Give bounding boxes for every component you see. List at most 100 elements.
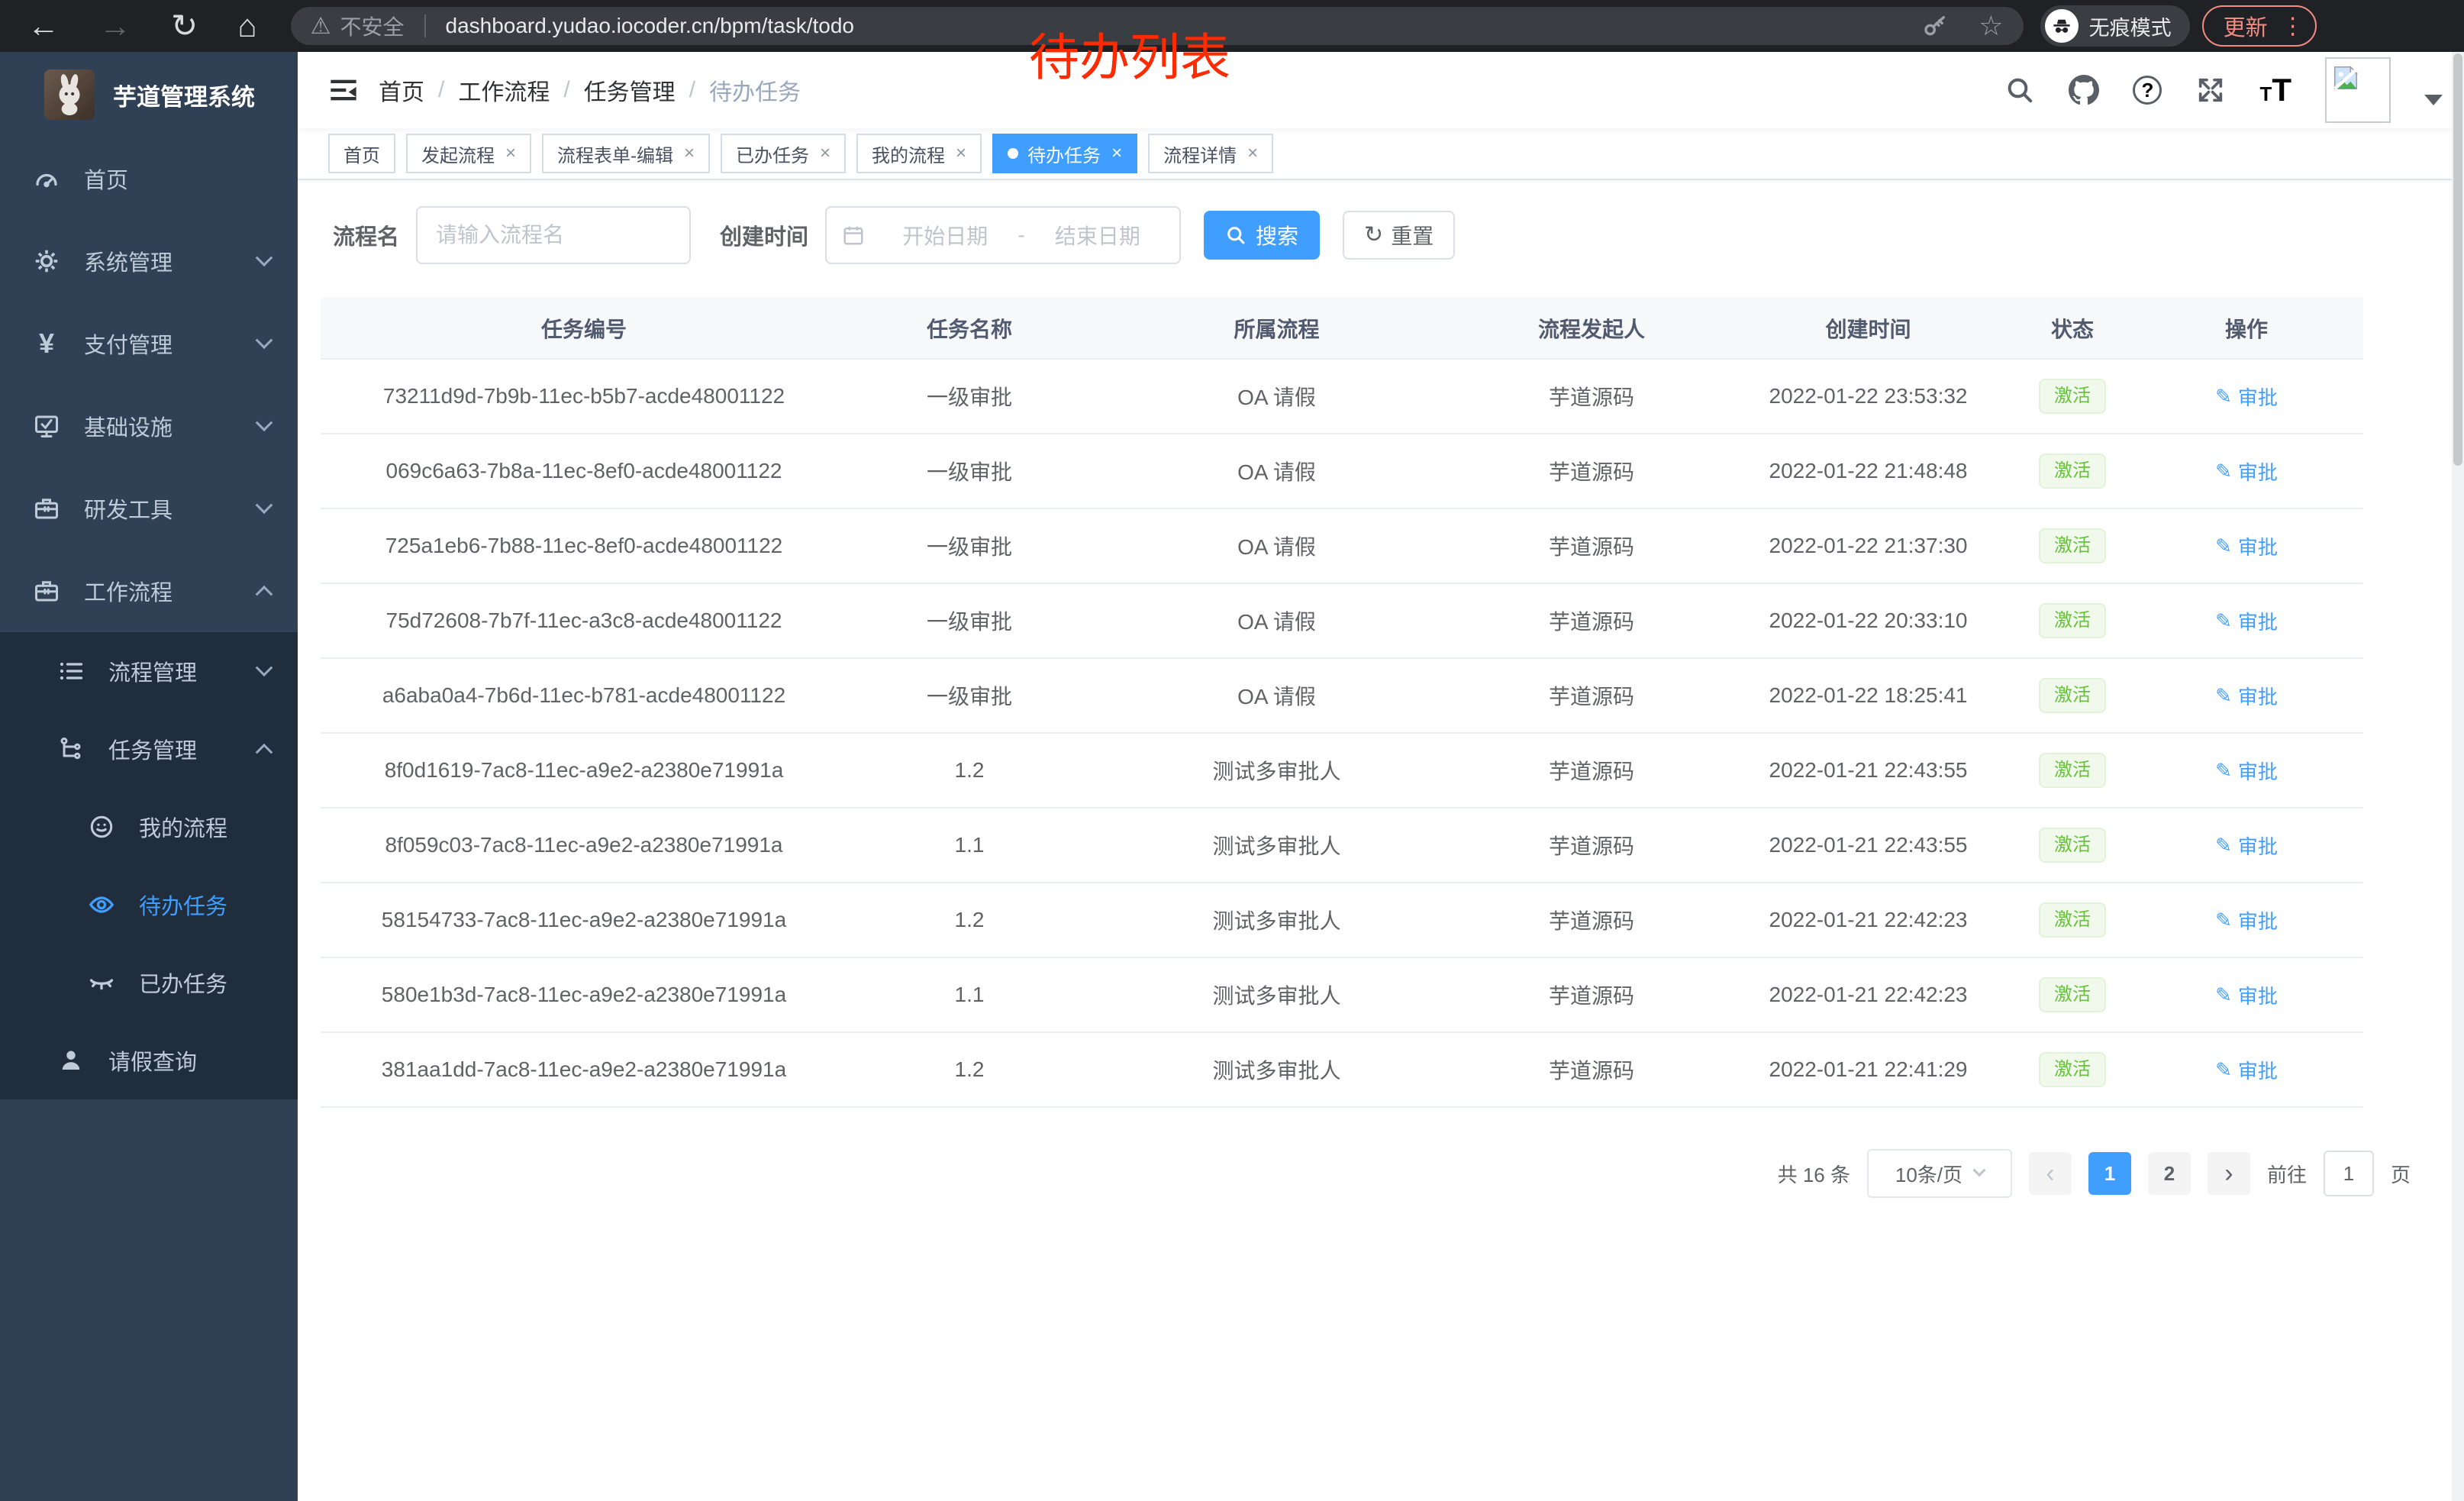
tag-start-process[interactable]: 发起流程× — [406, 134, 531, 173]
incognito-label: 无痕模式 — [2089, 11, 2172, 41]
approve-link[interactable]: ✎审批 — [2215, 757, 2278, 785]
approve-link[interactable]: ✎审批 — [2215, 906, 2278, 934]
tag-my-process[interactable]: 我的流程× — [856, 134, 982, 173]
sidebar-item-devtools[interactable]: 研发工具 — [0, 467, 298, 550]
menu-dots-icon[interactable]: ⋮ — [2282, 13, 2304, 40]
chevron-up-icon — [256, 586, 273, 603]
table-row: 069c6a63-7b8a-11ec-8ef0-acde48001122 一级审… — [321, 434, 2363, 508]
annotation-text: 待办列表 — [1029, 17, 1230, 90]
table-row: 8f0d1619-7ac8-11ec-a9e2-a2380e71991a 1.2… — [321, 733, 2363, 808]
page-size-select[interactable]: 10条/页 — [1867, 1149, 2012, 1198]
pencil-icon: ✎ — [2215, 834, 2232, 857]
chevron-down-icon — [1973, 1164, 1986, 1177]
cell-task-name: 1.1 — [847, 808, 1092, 883]
cell-task-id: 069c6a63-7b8a-11ec-8ef0-acde48001122 — [321, 434, 847, 508]
cell-process: 测试多审批人 — [1092, 957, 1462, 1032]
todo-task-table: 任务编号 任务名称 所属流程 流程发起人 创建时间 状态 操作 73211 — [321, 298, 2363, 1108]
key-icon[interactable] — [1922, 13, 1948, 39]
chevron-down-icon — [256, 331, 273, 349]
cell-starter: 芋道源码 — [1462, 808, 1721, 883]
home-icon[interactable]: ⌂ — [237, 10, 256, 42]
scrollbar-thumb[interactable] — [2453, 53, 2462, 466]
tag-home[interactable]: 首页 — [328, 134, 395, 173]
prev-page-button[interactable]: ‹ — [2029, 1152, 2072, 1195]
cell-actions: ✎审批 — [2130, 957, 2363, 1032]
close-icon[interactable]: × — [1111, 143, 1122, 164]
col-process: 所属流程 — [1092, 298, 1462, 359]
sidebar-item-leave-query[interactable]: 请假查询 — [0, 1022, 298, 1099]
date-range-picker[interactable]: 开始日期 - 结束日期 — [825, 206, 1181, 264]
pagination: 共 16 条 10条/页 ‹ 1 2 › 前往 页 — [321, 1149, 2411, 1198]
approve-link[interactable]: ✎审批 — [2215, 682, 2278, 710]
sidebar-item-my-process[interactable]: 我的流程 — [0, 788, 298, 866]
sidebar-item-todo-tasks[interactable]: 待办任务 — [0, 866, 298, 944]
browser-update-button[interactable]: 更新 ⋮ — [2202, 5, 2317, 47]
reload-icon[interactable]: ↻ — [171, 10, 198, 42]
approve-link[interactable]: ✎审批 — [2215, 532, 2278, 560]
close-icon[interactable]: × — [1247, 143, 1258, 164]
font-size-icon[interactable]: TT — [2259, 74, 2291, 106]
next-page-button[interactable]: › — [2208, 1152, 2250, 1195]
sidebar: 芋道管理系统 首页 系统管理 ¥ 支付管理 基础设施 — [0, 52, 298, 1501]
create-time-label: 创建时间 — [720, 219, 808, 251]
sidebar-item-infrastructure[interactable]: 基础设施 — [0, 385, 298, 467]
sidebar-item-done-tasks[interactable]: 已办任务 — [0, 944, 298, 1022]
table-row: 75d72608-7b7f-11ec-a3c8-acde48001122 一级审… — [321, 583, 2363, 658]
approve-link[interactable]: ✎审批 — [2215, 607, 2278, 635]
reset-button[interactable]: ↻ 重置 — [1343, 211, 1455, 260]
tag-process-detail[interactable]: 流程详情× — [1148, 134, 1273, 173]
github-icon[interactable] — [2069, 75, 2099, 105]
status-badge: 激活 — [2039, 902, 2106, 938]
sidebar-item-workflow[interactable]: 工作流程 — [0, 550, 298, 632]
sidebar-item-home[interactable]: 首页 — [0, 137, 298, 220]
page-1-button[interactable]: 1 — [2088, 1152, 2131, 1195]
close-icon[interactable]: × — [684, 143, 695, 164]
sidebar-item-process-management[interactable]: 流程管理 — [0, 632, 298, 710]
approve-link[interactable]: ✎审批 — [2215, 831, 2278, 860]
table-row: 73211d9d-7b9b-11ec-b5b7-acde48001122 一级审… — [321, 359, 2363, 434]
search-button[interactable]: 搜索 — [1204, 211, 1320, 260]
gear-icon — [31, 247, 63, 275]
page-2-button[interactable]: 2 — [2148, 1152, 2191, 1195]
approve-link[interactable]: ✎审批 — [2215, 457, 2278, 486]
table-row: 381aa1dd-7ac8-11ec-a9e2-a2380e71991a 1.2… — [321, 1032, 2363, 1107]
chevron-down-icon — [256, 249, 273, 266]
back-icon[interactable]: ← — [27, 10, 60, 42]
approve-link[interactable]: ✎审批 — [2215, 1056, 2278, 1084]
approve-link[interactable]: ✎审批 — [2215, 383, 2278, 411]
avatar[interactable] — [2325, 57, 2391, 123]
sidebar-item-system[interactable]: 系统管理 — [0, 220, 298, 302]
table-row: 58154733-7ac8-11ec-a9e2-a2380e71991a 1.2… — [321, 883, 2363, 957]
tag-process-form-edit[interactable]: 流程表单-编辑× — [542, 134, 710, 173]
forward-icon[interactable]: → — [99, 10, 131, 42]
breadcrumb-workflow[interactable]: 工作流程 — [458, 73, 550, 107]
cell-status: 激活 — [2015, 1032, 2130, 1107]
process-name-input[interactable] — [416, 206, 691, 264]
cell-actions: ✎审批 — [2130, 658, 2363, 733]
sidebar-item-payment[interactable]: ¥ 支付管理 — [0, 302, 298, 385]
sidebar-item-task-management[interactable]: 任务管理 — [0, 710, 298, 788]
cell-created: 2022-01-22 21:37:30 — [1721, 508, 2015, 583]
search-icon[interactable] — [2004, 75, 2035, 105]
approve-link[interactable]: ✎审批 — [2215, 981, 2278, 1009]
cell-starter: 芋道源码 — [1462, 434, 1721, 508]
app-logo[interactable]: 芋道管理系统 — [0, 52, 298, 137]
chevron-down-icon[interactable] — [2424, 95, 2443, 105]
bookmark-star-icon[interactable]: ☆ — [1979, 10, 2003, 42]
tag-done-tasks[interactable]: 已办任务× — [721, 134, 846, 173]
tag-todo-tasks[interactable]: 待办任务× — [992, 134, 1137, 173]
breadcrumb-home[interactable]: 首页 — [379, 73, 424, 107]
people-icon — [85, 813, 118, 841]
close-icon[interactable]: × — [820, 143, 830, 164]
cell-actions: ✎审批 — [2130, 583, 2363, 658]
end-date-placeholder: 结束日期 — [1031, 220, 1164, 250]
goto-page-input[interactable] — [2324, 1151, 2374, 1196]
help-icon[interactable]: ? — [2133, 76, 2162, 105]
close-icon[interactable]: × — [505, 143, 516, 164]
scrollbar[interactable] — [2452, 52, 2464, 1501]
goto-suffix: 页 — [2391, 1160, 2411, 1188]
sidebar-collapse-icon[interactable] — [298, 75, 379, 105]
breadcrumb-task-management[interactable]: 任务管理 — [584, 73, 676, 107]
close-icon[interactable]: × — [956, 143, 966, 164]
fullscreen-icon[interactable] — [2195, 75, 2226, 105]
